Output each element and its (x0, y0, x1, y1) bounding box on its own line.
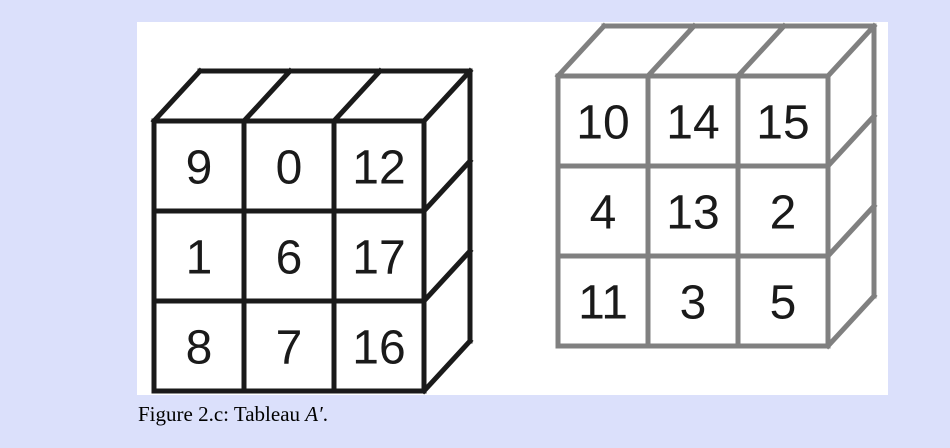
cube-cell-number: 8 (186, 322, 213, 375)
cube-cell-number: 1 (186, 232, 213, 285)
cube-figure: 9 0 121 6 178 7 16 10 14 154 13 211 3 5 (150, 22, 878, 395)
cube-edge (240, 67, 294, 125)
cube-left: 9 0 121 6 178 7 16 (150, 67, 474, 395)
cube-edge (824, 112, 878, 170)
cube-edge (150, 67, 204, 125)
cube-cell-number: 4 (590, 187, 617, 240)
cube-edge (824, 292, 878, 350)
cube-edge (420, 157, 474, 215)
cube-cell-number: 7 (276, 322, 303, 375)
cube-cell-number: 17 (352, 232, 405, 285)
cube-cell-number: 11 (578, 277, 628, 330)
page: 9 0 12 1 6 17 8 7 16 10 14 15 4 13 2 11 3 5 Figure 2.c: … (0, 0, 950, 448)
cube-edge (824, 202, 878, 260)
caption-label: Figure 2.c: (138, 402, 229, 426)
caption-text: Tableau (233, 402, 301, 426)
cube-cell-number: 14 (666, 97, 719, 150)
cube-cell-number: 12 (352, 142, 405, 195)
cube-cell-number: 9 (186, 142, 213, 195)
cube-cell-number: 16 (352, 322, 405, 375)
figure-caption: Figure 2.c: Tableau A′. (138, 402, 328, 427)
cube-cell-number: 2 (770, 187, 797, 240)
cube-right: 10 14 15 4 13 2 11 3 5 (554, 22, 878, 350)
cube-cell-number: 15 (756, 97, 809, 150)
cube-edge (824, 22, 878, 80)
cube-edge (420, 247, 474, 305)
cube-edge (554, 22, 608, 80)
cube-cell-number: 3 (680, 277, 707, 330)
figure-panel: 9 0 12 1 6 17 8 7 16 10 14 15 4 13 2 11 3 5 (137, 22, 888, 395)
cube-cell-number: 0 (276, 142, 303, 195)
caption-math: A′ (305, 402, 323, 426)
cube-cell-number: 6 (276, 232, 303, 285)
cube-edge (330, 67, 384, 125)
cube-cell-number: 5 (770, 277, 797, 330)
cube-edge (420, 67, 474, 125)
cube-cell-number: 10 (576, 97, 629, 150)
cube-cell-number: 13 (666, 187, 719, 240)
cube-edge (734, 22, 788, 80)
cube-edge (420, 337, 474, 395)
cube-edge (644, 22, 698, 80)
caption-end: . (322, 402, 328, 426)
